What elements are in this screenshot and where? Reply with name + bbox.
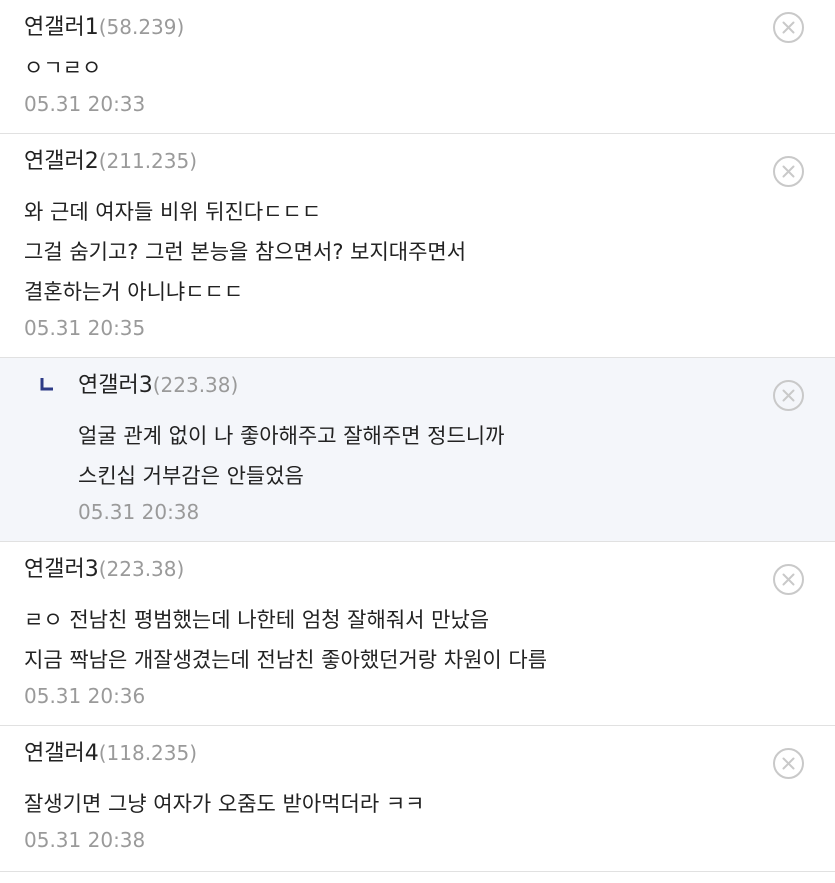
comment-text-line: 결혼하는거 아니냐ㄷㄷㄷ (24, 280, 244, 304)
comment-text-line: 와 근데 여자들 비위 뒤진다ㄷㄷㄷ (24, 200, 322, 224)
comment-text-line: ㄹㅇ 전남친 평범했는데 나한테 엄청 잘해줘서 만났음 (24, 608, 490, 632)
comment-nickname[interactable]: 연갤러1 (24, 9, 99, 41)
comment-item: 연갤러3 (223.38) ㄹㅇ 전남친 평범했는데 나한테 엄청 잘해줘서 만났… (0, 542, 835, 726)
comment-nickname[interactable]: 연갤러3 (24, 551, 99, 583)
delete-comment-button[interactable] (773, 564, 804, 595)
comment-text-line: 스킨십 거부감은 안들었음 (78, 464, 304, 488)
comment-nickname[interactable]: 연갤러2 (24, 143, 99, 175)
delete-comment-button[interactable] (773, 156, 804, 187)
comment-text-line: ㅇㄱㄹㅇ (24, 56, 102, 80)
comment-date: 05.31 20:36 (24, 684, 146, 708)
close-icon (782, 757, 795, 770)
delete-comment-button[interactable] (773, 12, 804, 43)
close-icon (782, 21, 795, 34)
comment-header: 연갤러3 (223.38) (24, 551, 185, 583)
close-icon (782, 389, 795, 402)
comment-nickname[interactable]: 연갤러4 (24, 735, 99, 767)
comment-header: 연갤러3 (223.38) (78, 367, 239, 399)
comment-date: 05.31 20:35 (24, 316, 146, 340)
comment-item: 연갤러4 (118.235) 잘생기면 그냥 여자가 오줌도 받아먹더라 ㅋㅋ 0… (0, 726, 835, 872)
comment-header: 연갤러1 (58.239) (24, 9, 185, 41)
comment-nickname[interactable]: 연갤러3 (78, 367, 153, 399)
comment-date: 05.31 20:33 (24, 92, 146, 116)
comment-text-line: 잘생기면 그냥 여자가 오줌도 받아먹더라 ㅋㅋ (24, 792, 425, 816)
comment-ip: (211.235) (98, 149, 198, 173)
comment-list: 연갤러1 (58.239) ㅇㄱㄹㅇ 05.31 20:33 연갤러2 (211.2… (0, 0, 835, 883)
close-icon (782, 573, 795, 586)
reply-comment-item: 연갤러3 (223.38) 얼굴 관계 없이 나 좋아해주고 잘해주면 정드니까 … (0, 358, 835, 542)
delete-comment-button[interactable] (773, 380, 804, 411)
close-icon (782, 165, 795, 178)
comment-date: 05.31 20:38 (24, 828, 146, 852)
comment-ip: (223.38) (152, 373, 239, 397)
comment-header: 연갤러4 (118.235) (24, 735, 198, 767)
comment-header: 연갤러2 (211.235) (24, 143, 198, 175)
comment-item: 연갤러2 (211.235) 와 근데 여자들 비위 뒤진다ㄷㄷㄷ 그걸 숨기고?… (0, 134, 835, 358)
comment-text-line: 얼굴 관계 없이 나 좋아해주고 잘해주면 정드니까 (78, 424, 505, 448)
comment-item: 연갤러1 (58.239) ㅇㄱㄹㅇ 05.31 20:33 (0, 0, 835, 134)
comment-date: 05.31 20:38 (78, 500, 200, 524)
comment-text-line: 지금 짝남은 개잘생겼는데 전남친 좋아했던거랑 차원이 다름 (24, 648, 548, 672)
comment-ip: (223.38) (98, 557, 185, 581)
reply-arrow-icon (40, 378, 53, 391)
comment-ip: (118.235) (98, 741, 198, 765)
comment-ip: (58.239) (98, 15, 185, 39)
comment-text-line: 그걸 숨기고? 그런 본능을 참으면서? 보지대주면서 (24, 240, 467, 264)
delete-comment-button[interactable] (773, 748, 804, 779)
